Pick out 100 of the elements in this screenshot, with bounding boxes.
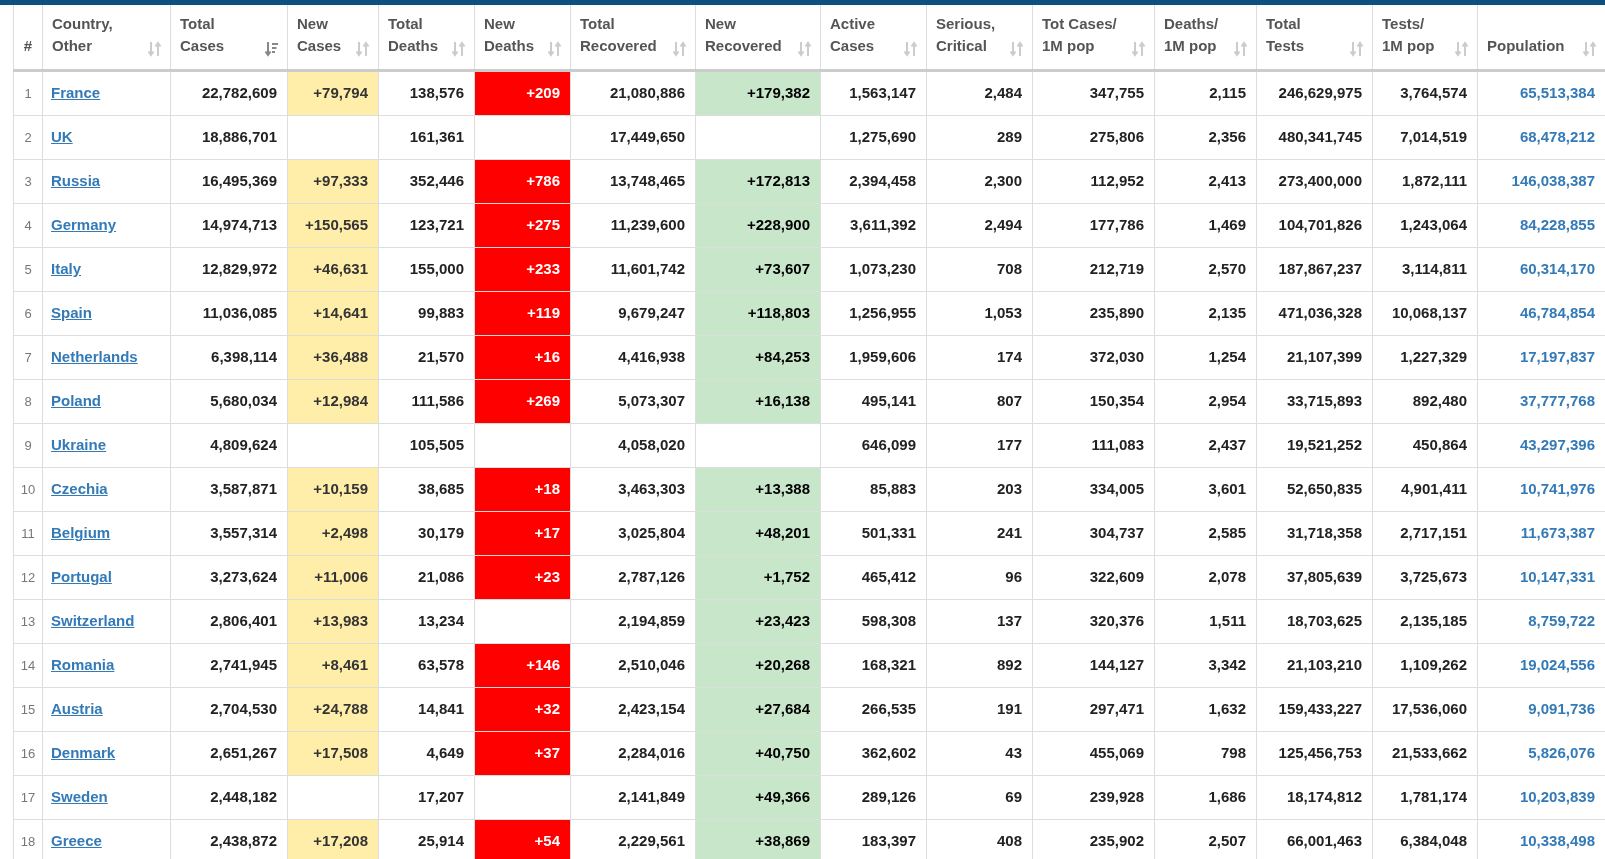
total-cases-cell-text: 3,587,871 xyxy=(210,479,277,500)
active-cases-cell-text: 1,563,147 xyxy=(849,83,916,104)
sort-icon[interactable] xyxy=(1132,41,1146,57)
deaths-per-million-cell-text: 2,078 xyxy=(1208,567,1246,588)
new-cases-cell-text: +2,498 xyxy=(321,523,368,544)
active-cases-cell-text: 495,141 xyxy=(861,391,916,412)
country-link[interactable]: Netherlands xyxy=(51,346,138,369)
total-deaths-cell-text: 155,000 xyxy=(409,259,464,280)
serious-critical-cell-text: 96 xyxy=(1005,567,1022,588)
sort-icon[interactable] xyxy=(904,41,918,57)
sort-icon[interactable] xyxy=(1455,41,1469,57)
column-header[interactable]: # xyxy=(23,35,33,57)
new-recovered-cell-text: +40,750 xyxy=(755,743,810,764)
sort-icon[interactable] xyxy=(673,41,687,57)
country-link[interactable]: Denmark xyxy=(51,742,116,765)
column-header[interactable]: Total Deaths xyxy=(388,13,439,57)
total-deaths-cell-text: 352,446 xyxy=(409,171,464,192)
column-header[interactable]: Tot Cases/ 1M pop xyxy=(1042,13,1117,57)
country-link[interactable]: Czechia xyxy=(51,478,108,501)
sort-icon[interactable] xyxy=(1010,41,1024,57)
country-link[interactable]: Switzerland xyxy=(51,610,135,633)
country-link[interactable]: Ukraine xyxy=(51,434,107,457)
cases-per-million-cell-text: 297,471 xyxy=(1089,699,1144,720)
rank-cell-text: 10 xyxy=(20,480,36,499)
deaths-per-million-cell-text: 2,954 xyxy=(1208,391,1246,412)
sort-icon[interactable] xyxy=(356,41,370,57)
sort-icon[interactable] xyxy=(148,41,162,57)
country-link[interactable]: Russia xyxy=(51,170,101,193)
rank-cell-text: 3 xyxy=(24,172,32,191)
sort-icon[interactable] xyxy=(1234,41,1248,57)
column-header[interactable]: Country, Other xyxy=(52,13,113,57)
deaths-per-million-cell-text: 2,437 xyxy=(1208,435,1246,456)
sort-descending-icon[interactable] xyxy=(265,41,279,57)
country-link[interactable]: Germany xyxy=(51,214,117,237)
deaths-per-million-cell-text: 2,585 xyxy=(1208,523,1246,544)
cases-per-million-cell-text: 177,786 xyxy=(1089,215,1144,236)
sort-icon[interactable] xyxy=(1583,41,1597,57)
column-header[interactable]: Tests/ 1M pop xyxy=(1382,13,1435,57)
country-link[interactable]: Sweden xyxy=(51,786,108,809)
column-header[interactable]: Total Cases xyxy=(180,13,225,57)
serious-critical-cell-text: 174 xyxy=(996,347,1022,368)
sort-icon[interactable] xyxy=(452,41,466,57)
population-cell-text: 68,478,212 xyxy=(1519,127,1595,148)
population-cell-text: 10,338,498 xyxy=(1519,831,1595,852)
country-link[interactable]: Belgium xyxy=(51,522,111,545)
country-link[interactable]: France xyxy=(51,82,101,105)
total-recovered-cell-text: 11,601,742 xyxy=(610,259,685,280)
cases-per-million-cell-text: 334,005 xyxy=(1089,479,1144,500)
new-deaths-cell-text: +18 xyxy=(534,479,560,500)
serious-critical-cell-text: 1,053 xyxy=(984,303,1022,324)
column-header[interactable]: Population xyxy=(1487,35,1565,57)
cases-per-million-cell-text: 275,806 xyxy=(1089,127,1144,148)
column-header[interactable]: New Recovered xyxy=(705,13,782,57)
country-link[interactable]: Spain xyxy=(51,302,92,325)
active-cases-cell-text: 1,959,606 xyxy=(849,347,916,368)
deaths-per-million-cell-text: 1,632 xyxy=(1208,699,1246,720)
total-recovered-cell-text: 13,748,465 xyxy=(609,171,685,192)
country-link[interactable]: Italy xyxy=(51,258,81,281)
deaths-per-million-cell-text: 2,356 xyxy=(1208,127,1246,148)
total-cases-cell-text: 12,829,972 xyxy=(201,259,277,280)
new-deaths-cell-text: +17 xyxy=(534,523,560,544)
cases-per-million-cell-text: 212,719 xyxy=(1089,259,1144,280)
new-recovered-cell-text: +118,803 xyxy=(747,303,810,324)
rank-cell-text: 14 xyxy=(20,656,36,675)
total-tests-cell-text: 37,805,639 xyxy=(1286,567,1362,588)
country-link[interactable]: Portugal xyxy=(51,566,112,589)
tests-per-million-cell-text: 1,781,174 xyxy=(1400,787,1467,808)
total-deaths-cell-text: 17,207 xyxy=(418,787,464,808)
new-cases-cell-text: +24,788 xyxy=(313,699,368,720)
sort-icon[interactable] xyxy=(1350,41,1364,57)
column-header[interactable]: Total Recovered xyxy=(580,13,657,57)
column-header[interactable]: New Cases xyxy=(297,13,342,57)
new-cases-cell-text: +17,208 xyxy=(313,831,368,852)
total-tests-cell-text: 471,036,328 xyxy=(1278,303,1362,324)
country-link[interactable]: UK xyxy=(51,126,73,149)
column-header[interactable]: New Deaths xyxy=(484,13,535,57)
column-header[interactable]: Total Tests xyxy=(1266,13,1305,57)
total-tests-cell-text: 104,701,826 xyxy=(1278,215,1362,236)
active-cases-cell-text: 646,099 xyxy=(861,435,916,456)
total-deaths-cell-text: 13,234 xyxy=(418,611,464,632)
population-cell-text: 10,203,839 xyxy=(1519,787,1595,808)
new-cases-cell-text: +97,333 xyxy=(313,171,368,192)
serious-critical-cell-text: 2,484 xyxy=(984,83,1022,104)
new-cases-cell-text: +14,641 xyxy=(313,303,368,324)
rank-cell-text: 5 xyxy=(24,260,32,279)
new-deaths-cell-text: +209 xyxy=(526,83,560,104)
population-cell-text: 146,038,387 xyxy=(1511,171,1595,192)
deaths-per-million-cell-text: 1,511 xyxy=(1209,611,1246,632)
column-header[interactable]: Active Cases xyxy=(830,13,876,57)
country-link[interactable]: Romania xyxy=(51,654,115,677)
column-header[interactable]: Serious, Critical xyxy=(936,13,996,57)
total-deaths-cell-text: 63,578 xyxy=(418,655,464,676)
sort-icon[interactable] xyxy=(548,41,562,57)
column-header[interactable]: Deaths/ 1M pop xyxy=(1164,13,1219,57)
country-link[interactable]: Poland xyxy=(51,390,101,413)
total-tests-cell-text: 19,521,252 xyxy=(1286,435,1362,456)
country-link[interactable]: Greece xyxy=(51,830,102,853)
cases-per-million-cell-text: 239,928 xyxy=(1089,787,1144,808)
country-link[interactable]: Austria xyxy=(51,698,103,721)
sort-icon[interactable] xyxy=(798,41,812,57)
